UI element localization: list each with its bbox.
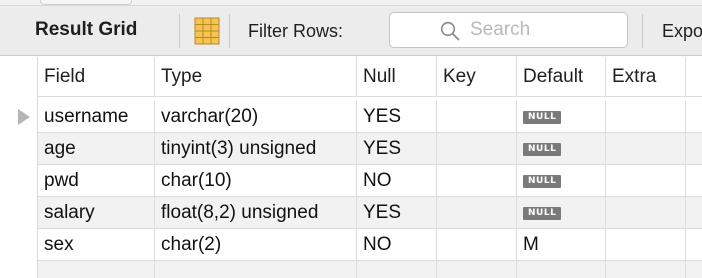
- null-badge: NULL: [523, 143, 562, 156]
- cell-key[interactable]: [437, 197, 517, 228]
- null-badge: NULL: [523, 207, 562, 220]
- result-grid-icon[interactable]: [194, 17, 220, 45]
- cell-field[interactable]: pwd: [38, 165, 155, 196]
- cell-field[interactable]: salary: [38, 197, 155, 228]
- table-row[interactable]: username varchar(20) YES NULL: [38, 101, 702, 133]
- cell-null[interactable]: YES: [357, 197, 437, 228]
- cell-key[interactable]: [437, 101, 517, 132]
- cell-extra[interactable]: [606, 133, 686, 164]
- toolbar-divider: [229, 14, 230, 48]
- column-header-type[interactable]: Type: [155, 57, 357, 96]
- search-input[interactable]: [470, 19, 620, 41]
- cell-default[interactable]: NULL: [517, 197, 606, 228]
- table-row[interactable]: pwd char(10) NO NULL: [38, 165, 702, 197]
- grid-header-row: Field Type Null Key Default Extra: [38, 57, 702, 97]
- cell-extra[interactable]: [606, 101, 686, 132]
- cell-filler: [686, 165, 702, 196]
- null-badge: NULL: [523, 175, 562, 188]
- tab-edge: [40, 0, 132, 5]
- column-header-key[interactable]: Key: [437, 57, 517, 96]
- empty-cell: [686, 261, 702, 278]
- current-row-arrow-icon: [18, 109, 30, 125]
- empty-cell: [517, 261, 606, 278]
- search-icon: [440, 21, 460, 41]
- cell-field[interactable]: sex: [38, 229, 155, 260]
- cell-default[interactable]: NULL: [517, 165, 606, 196]
- cell-extra[interactable]: [606, 165, 686, 196]
- cell-type[interactable]: tinyint(3) unsigned: [155, 133, 357, 164]
- cell-field[interactable]: username: [38, 101, 155, 132]
- column-header-default[interactable]: Default: [517, 57, 606, 96]
- cell-type[interactable]: varchar(20): [155, 101, 357, 132]
- table-row[interactable]: salary float(8,2) unsigned YES NULL: [38, 197, 702, 229]
- cell-default[interactable]: M: [517, 229, 606, 260]
- empty-row: [38, 261, 702, 278]
- cell-null[interactable]: YES: [357, 101, 437, 132]
- cell-key[interactable]: [437, 229, 517, 260]
- result-grid-title: Result Grid: [35, 19, 138, 40]
- cell-null[interactable]: YES: [357, 133, 437, 164]
- empty-cell: [606, 261, 686, 278]
- empty-cell: [437, 261, 517, 278]
- cell-filler: [686, 197, 702, 228]
- cell-filler: [686, 101, 702, 132]
- cell-key[interactable]: [437, 133, 517, 164]
- cell-extra[interactable]: [606, 197, 686, 228]
- cell-type[interactable]: char(10): [155, 165, 357, 196]
- export-button[interactable]: Expo: [662, 21, 702, 42]
- result-toolbar: Result Grid Filter Rows: Expo: [0, 6, 702, 56]
- table-row[interactable]: age tinyint(3) unsigned YES NULL: [38, 133, 702, 165]
- cell-default[interactable]: NULL: [517, 101, 606, 132]
- cell-null[interactable]: NO: [357, 229, 437, 260]
- row-gutter: [0, 57, 38, 278]
- null-badge: NULL: [523, 111, 562, 124]
- column-header-null[interactable]: Null: [357, 57, 437, 96]
- empty-cell: [357, 261, 437, 278]
- toolbar-divider: [179, 14, 180, 48]
- cell-null[interactable]: NO: [357, 165, 437, 196]
- column-header-field[interactable]: Field: [38, 57, 155, 96]
- filter-search-box[interactable]: [389, 12, 628, 48]
- cell-default[interactable]: NULL: [517, 133, 606, 164]
- cell-type[interactable]: char(2): [155, 229, 357, 260]
- cell-filler: [686, 133, 702, 164]
- cell-key[interactable]: [437, 165, 517, 196]
- cell-type[interactable]: float(8,2) unsigned: [155, 197, 357, 228]
- empty-cell: [38, 261, 155, 278]
- cell-filler: [686, 229, 702, 260]
- toolbar-divider: [642, 14, 643, 48]
- result-grid: Field Type Null Key Default Extra userna…: [0, 57, 702, 278]
- column-header-extra[interactable]: Extra: [606, 57, 686, 96]
- column-header-filler: [686, 57, 702, 96]
- cell-extra[interactable]: [606, 229, 686, 260]
- empty-cell: [155, 261, 357, 278]
- cell-field[interactable]: age: [38, 133, 155, 164]
- table-row[interactable]: sex char(2) NO M: [38, 229, 702, 261]
- filter-rows-label: Filter Rows:: [248, 21, 344, 41]
